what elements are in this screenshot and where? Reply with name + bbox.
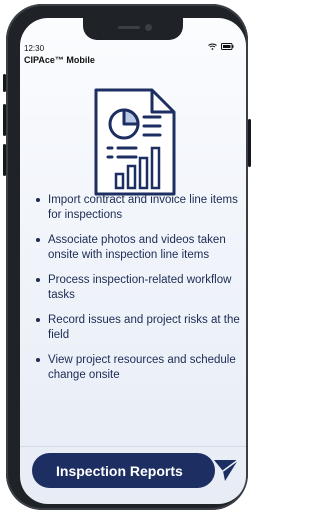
divider [20,446,246,447]
power-button [248,119,251,167]
inspection-reports-label: Inspection Reports [56,462,183,479]
app-title: CIPAce™ Mobile [24,55,95,65]
feature-item: Associate photos and videos taken onsite… [34,233,246,263]
phone-screen: 12:30 CIPAce™ Mobile Import contract and… [20,18,246,504]
report-document-icon [94,88,176,196]
mute-switch [3,74,6,92]
battery-icon [221,43,234,50]
wifi-icon [208,43,217,50]
speaker [118,26,140,29]
status-time: 12:30 [24,44,45,53]
feature-item: Process inspection-related workflow task… [34,273,246,303]
notch [83,18,183,40]
feature-item: Import contract and invoice line items f… [34,193,246,223]
status-icons [208,43,234,50]
feature-item: View project resources and schedule chan… [34,353,246,383]
volume-up-button [3,104,6,136]
front-camera [145,24,152,31]
inspection-reports-button[interactable]: Inspection Reports [32,453,215,488]
volume-down-button [3,144,6,176]
send-icon[interactable] [213,458,239,482]
feature-list: Import contract and invoice line items f… [34,193,246,393]
feature-item: Record issues and project risks at the f… [34,313,246,343]
